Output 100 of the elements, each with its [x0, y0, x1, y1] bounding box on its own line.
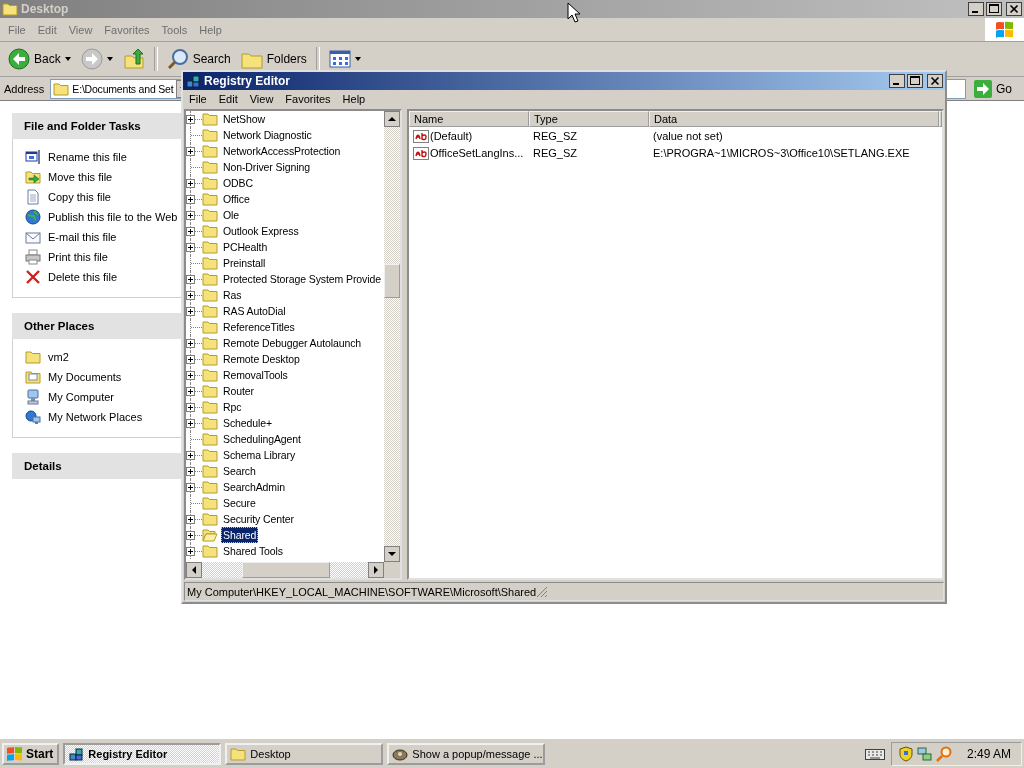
taskbar-button[interactable]: Desktop [225, 742, 384, 765]
task-link[interactable]: Rename this file [48, 151, 127, 163]
expand-icon[interactable] [186, 387, 195, 396]
tree-item[interactable]: Remote Desktop [221, 351, 302, 367]
task-link[interactable]: My Documents [48, 371, 122, 383]
tree-item[interactable]: Remote Debugger Autolaunch [221, 335, 364, 351]
tree-item[interactable]: NetworkAccessProtection [221, 143, 343, 159]
expand-icon[interactable] [186, 403, 195, 412]
task-link[interactable]: Move this file [48, 171, 113, 183]
start-button[interactable]: Start [2, 742, 60, 765]
tree-item[interactable]: Schedule+ [221, 415, 275, 431]
tree-item[interactable]: ReferenceTitles [221, 319, 297, 335]
tree-item[interactable]: Protected Storage System Provide [221, 271, 383, 287]
tree-item[interactable]: Non-Driver Signing [221, 159, 312, 175]
task-link[interactable]: Copy this file [48, 191, 111, 203]
expand-icon[interactable] [186, 483, 195, 492]
expand-icon[interactable] [186, 243, 195, 252]
tree-item[interactable]: Search [221, 463, 258, 479]
menu-item[interactable]: File [183, 92, 213, 106]
network-icon[interactable] [916, 745, 933, 762]
task-link[interactable]: E-mail this file [48, 231, 117, 243]
search-icon[interactable] [935, 745, 952, 762]
scroll-thumb[interactable] [242, 562, 330, 578]
maximize-button[interactable] [986, 2, 1002, 16]
tree-item[interactable]: Ole [221, 207, 242, 223]
menu-item[interactable]: Edit [212, 92, 244, 106]
tree-item[interactable]: NetShow [221, 111, 267, 127]
menu-item[interactable]: Tools [155, 21, 194, 38]
menu-item[interactable]: View [62, 21, 99, 38]
folder-icon [202, 255, 218, 271]
expand-icon[interactable] [186, 339, 195, 348]
go-button[interactable]: Go [970, 79, 1022, 98]
tree-item[interactable]: Shared [221, 527, 259, 543]
expand-icon[interactable] [186, 531, 195, 540]
tree-item[interactable]: ODBC [221, 175, 255, 191]
tree-item[interactable]: SearchAdmin [221, 479, 287, 495]
tree-item[interactable]: Secure [221, 495, 258, 511]
expand-icon[interactable] [186, 179, 195, 188]
back-button[interactable]: Back [4, 45, 75, 73]
task-link[interactable]: Delete this file [48, 271, 118, 283]
expand-icon[interactable] [186, 371, 195, 380]
tree-item[interactable]: Router [221, 383, 256, 399]
tree-item[interactable]: SchedulingAgent [221, 431, 303, 447]
expand-icon[interactable] [186, 115, 195, 124]
tree-item[interactable]: RemovalTools [221, 367, 290, 383]
scroll-right-button[interactable] [368, 562, 384, 578]
taskbar-button[interactable]: Show a popup/message ... [387, 742, 546, 765]
tree-item[interactable]: RAS AutoDial [221, 303, 288, 319]
value-name[interactable]: OfficeSetLangIns... [430, 146, 524, 159]
minimize-button[interactable] [968, 2, 984, 16]
expand-icon[interactable] [186, 291, 195, 300]
expand-icon[interactable] [186, 147, 195, 156]
expand-icon[interactable] [186, 467, 195, 476]
expand-icon[interactable] [186, 419, 195, 428]
column-header[interactable]: Type [529, 111, 649, 127]
task-link[interactable]: Publish this file to the Web [48, 211, 178, 223]
tree-item[interactable]: Shared Tools [221, 543, 285, 559]
task-link[interactable]: vm2 [48, 351, 69, 363]
expand-icon[interactable] [186, 195, 195, 204]
task-link[interactable]: My Network Places [48, 411, 143, 423]
tree-item[interactable]: Office [221, 191, 252, 207]
expand-icon[interactable] [186, 515, 195, 524]
menu-item[interactable]: Favorites [98, 21, 156, 38]
tree-item[interactable]: Preinstall [221, 255, 268, 271]
tree-item[interactable]: Security Center [221, 511, 296, 527]
maximize-button[interactable] [907, 74, 923, 88]
minimize-button[interactable] [889, 74, 905, 88]
vertical-scrollbar[interactable] [384, 111, 400, 562]
value-name[interactable]: (Default) [430, 129, 473, 142]
menu-item[interactable]: Favorites [279, 92, 337, 106]
taskbar-button[interactable]: Registry Editor [63, 742, 222, 765]
tree-item[interactable]: PCHealth [221, 239, 270, 255]
expand-icon[interactable] [186, 451, 195, 460]
expand-icon[interactable] [186, 227, 195, 236]
close-button[interactable] [1006, 2, 1022, 16]
expand-icon[interactable] [186, 307, 195, 316]
expand-icon[interactable] [186, 547, 195, 556]
expand-icon[interactable] [186, 211, 195, 220]
search-button[interactable]: Search [162, 45, 235, 73]
folders-button[interactable]: Folders [236, 46, 311, 72]
scroll-left-button[interactable] [186, 562, 202, 578]
task-link[interactable]: Print this file [48, 251, 108, 263]
expand-icon[interactable] [186, 355, 195, 364]
scroll-down-button[interactable] [384, 546, 400, 562]
tree-item[interactable]: Schema Library [221, 447, 298, 463]
tree-item[interactable]: Outlook Express [221, 223, 301, 239]
expand-icon[interactable] [186, 275, 195, 284]
horizontal-scrollbar[interactable] [186, 562, 384, 578]
menu-item[interactable]: Help [336, 92, 372, 106]
tree-item[interactable]: Network Diagnostic [221, 127, 314, 143]
tree-item[interactable]: Rpc [221, 399, 244, 415]
scroll-thumb[interactable] [384, 264, 400, 298]
column-header[interactable]: Data [649, 111, 939, 127]
close-button[interactable] [927, 74, 943, 88]
shield-icon[interactable] [897, 745, 914, 762]
tree-item[interactable]: Ras [221, 287, 244, 303]
scroll-up-button[interactable] [384, 111, 400, 127]
task-link[interactable]: My Computer [48, 391, 115, 403]
menu-item[interactable]: View [243, 92, 280, 106]
column-header[interactable]: Name [409, 111, 529, 127]
